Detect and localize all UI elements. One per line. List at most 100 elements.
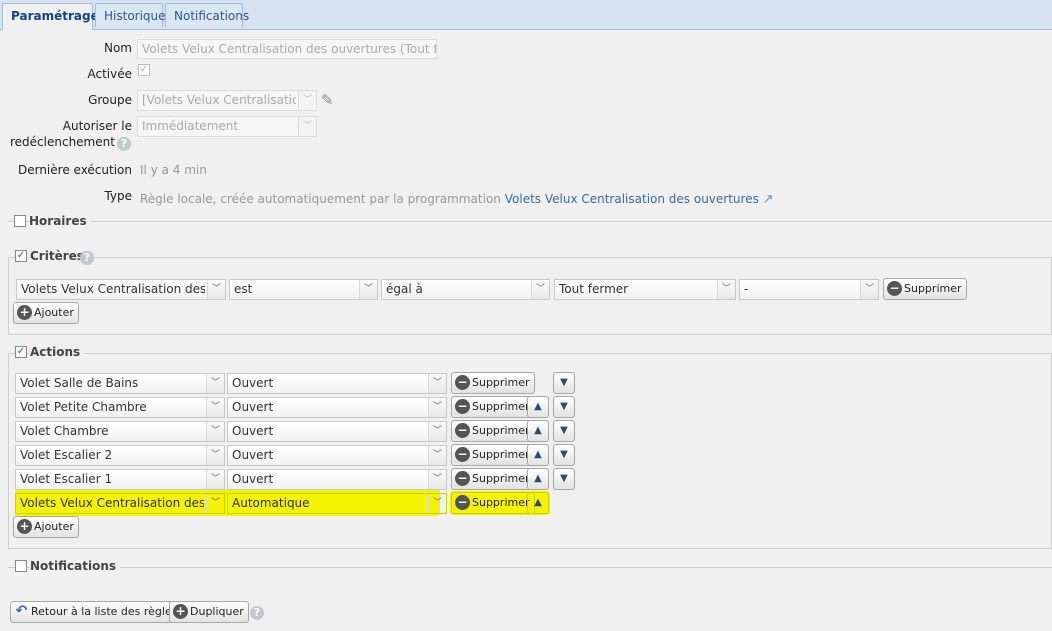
arrow-down-icon: ▼ xyxy=(560,473,568,484)
tab-historique[interactable]: Historique xyxy=(95,3,166,27)
action-delete-label: Supprimer xyxy=(472,376,530,389)
critere-device-value: Volets Velux Centralisation des ou xyxy=(21,282,205,296)
action-device-select[interactable]: Volet Chambre ﹀ xyxy=(15,421,225,442)
type-link[interactable]: Volets Velux Centralisation des ouvertur… xyxy=(505,192,759,206)
critere-add-button[interactable]: + Ajouter xyxy=(13,302,79,324)
action-state-select[interactable]: Ouvert ﹀ xyxy=(227,445,447,466)
plus-icon: + xyxy=(17,519,32,534)
undo-icon: ↶ xyxy=(15,603,28,619)
action-state-value: Ouvert xyxy=(232,400,274,414)
move-down-button[interactable]: ▼ xyxy=(553,468,575,490)
action-state-select[interactable]: Automatique ﹀ xyxy=(227,493,447,514)
minus-icon: − xyxy=(455,447,470,462)
type-value: Règle locale, créée automatiquement par … xyxy=(140,192,774,207)
critere-delete-button[interactable]: − Supprimer xyxy=(883,278,967,300)
move-up-button[interactable]: ▲ xyxy=(527,396,549,418)
action-device-value: Volet Salle de Bains xyxy=(20,376,139,390)
notifications-checkbox[interactable] xyxy=(15,560,27,572)
activee-checkbox[interactable]: ✓ xyxy=(138,64,150,76)
critere-operator-select[interactable]: égal à ﹀ xyxy=(381,279,550,300)
critere-extra-select[interactable]: - ﹀ xyxy=(739,279,879,300)
help-icon[interactable]: ? xyxy=(80,251,94,265)
action-device-select[interactable]: Volet Salle de Bains ﹀ xyxy=(15,373,225,394)
groupe-label: Groupe xyxy=(88,93,132,107)
groupe-select[interactable]: [Volets Velux Centralisation d ﹀ xyxy=(137,90,317,111)
autoriser-select[interactable]: Immédiatement ﹀ xyxy=(137,116,317,137)
chevron-down-icon: ﹀ xyxy=(359,280,377,299)
criteres-checkbox[interactable]: ✓ xyxy=(15,250,27,262)
critere-value-select[interactable]: Tout fermer ﹀ xyxy=(554,279,736,300)
chevron-down-icon: ﹀ xyxy=(206,422,224,441)
action-state-value: Ouvert xyxy=(232,472,274,486)
chevron-down-icon: ﹀ xyxy=(298,91,316,110)
move-down-button[interactable]: ▼ xyxy=(553,444,575,466)
action-delete-button[interactable]: − Supprimer xyxy=(451,372,535,394)
action-delete-button[interactable]: − Supprimer xyxy=(451,420,535,442)
move-down-button[interactable]: ▼ xyxy=(553,420,575,442)
chevron-down-icon: ﹀ xyxy=(206,470,224,489)
autoriser-label-line2: redéclenchement xyxy=(10,135,115,149)
chevron-down-icon: ﹀ xyxy=(206,398,224,417)
arrow-down-icon: ▼ xyxy=(560,425,568,436)
chevron-down-icon: ﹀ xyxy=(206,374,224,393)
critere-delete-label: Supprimer xyxy=(904,282,962,295)
action-delete-button[interactable]: − Supprimer xyxy=(451,468,535,490)
critere-value-value: Tout fermer xyxy=(559,282,629,296)
action-device-value: Volet Escalier 2 xyxy=(20,448,113,462)
action-delete-label: Supprimer xyxy=(472,424,530,437)
action-device-select[interactable]: Volet Escalier 2 ﹀ xyxy=(15,445,225,466)
minus-icon: − xyxy=(455,399,470,414)
action-delete-button[interactable]: − Supprimer xyxy=(451,396,535,418)
actions-checkbox[interactable]: ✓ xyxy=(15,346,27,358)
move-up-button[interactable]: ▲ xyxy=(527,444,549,466)
external-link-icon[interactable]: ↗ xyxy=(763,192,774,207)
move-up-button[interactable]: ▲ xyxy=(527,420,549,442)
derniere-value: Il y a 4 min xyxy=(140,163,207,177)
minus-icon: − xyxy=(455,495,470,510)
back-to-rules-button[interactable]: ↶ Retour à la liste des règles xyxy=(10,601,183,623)
action-device-select[interactable]: Volet Petite Chambre ﹀ xyxy=(15,397,225,418)
action-state-select[interactable]: Ouvert ﹀ xyxy=(227,397,447,418)
horaires-legend: Horaires xyxy=(29,214,91,228)
chevron-down-icon: ﹀ xyxy=(860,280,878,299)
tab-notifications[interactable]: Notifications xyxy=(165,3,249,27)
chevron-down-icon: ﹀ xyxy=(206,446,224,465)
action-delete-button[interactable]: − Supprimer xyxy=(451,492,535,514)
action-device-select[interactable]: Volet Escalier 1 ﹀ xyxy=(15,469,225,490)
arrow-down-icon: ▼ xyxy=(560,401,568,412)
action-delete-label: Supprimer xyxy=(472,448,530,461)
horaires-checkbox[interactable] xyxy=(14,215,26,227)
arrow-up-icon: ▲ xyxy=(534,449,542,460)
help-icon[interactable]: ? xyxy=(117,137,131,151)
chevron-down-icon: ﹀ xyxy=(428,470,446,489)
tab-parametrage[interactable]: Paramétrage xyxy=(2,3,99,30)
chevron-down-icon: ﹀ xyxy=(717,280,735,299)
chevron-down-icon: ﹀ xyxy=(428,494,446,513)
critere-operator-value: égal à xyxy=(386,282,423,296)
chevron-down-icon: ﹀ xyxy=(428,398,446,417)
action-state-select[interactable]: Ouvert ﹀ xyxy=(227,421,447,442)
nom-input[interactable]: Volets Velux Centralisation des ouvertur… xyxy=(137,39,437,59)
help-icon[interactable]: ? xyxy=(250,606,264,620)
critere-extra-value: - xyxy=(744,282,749,296)
action-delete-button[interactable]: − Supprimer xyxy=(451,444,535,466)
critere-device-select[interactable]: Volets Velux Centralisation des ou ﹀ xyxy=(16,279,226,300)
back-to-rules-label: Retour à la liste des règles xyxy=(31,605,178,618)
action-state-select[interactable]: Ouvert ﹀ xyxy=(227,373,447,394)
pencil-icon[interactable]: ✎ xyxy=(321,91,339,109)
duplicate-button[interactable]: + Dupliquer xyxy=(169,601,249,623)
action-state-select[interactable]: Ouvert ﹀ xyxy=(227,469,447,490)
nom-label: Nom xyxy=(103,41,132,55)
action-device-select[interactable]: Volets Velux Centralisation des ou ﹀ xyxy=(15,493,225,514)
horaires-divider xyxy=(8,221,1052,222)
move-up-button[interactable]: ▲ xyxy=(527,492,549,514)
critere-verb-select[interactable]: est ﹀ xyxy=(229,279,378,300)
action-add-button[interactable]: + Ajouter xyxy=(13,516,79,538)
action-state-value: Automatique xyxy=(232,496,310,510)
action-delete-label: Supprimer xyxy=(472,472,530,485)
move-up-button[interactable]: ▲ xyxy=(527,468,549,490)
minus-icon: − xyxy=(887,281,902,296)
move-down-button[interactable]: ▼ xyxy=(553,396,575,418)
critere-verb-value: est xyxy=(234,282,253,296)
move-down-button[interactable]: ▼ xyxy=(553,372,575,394)
